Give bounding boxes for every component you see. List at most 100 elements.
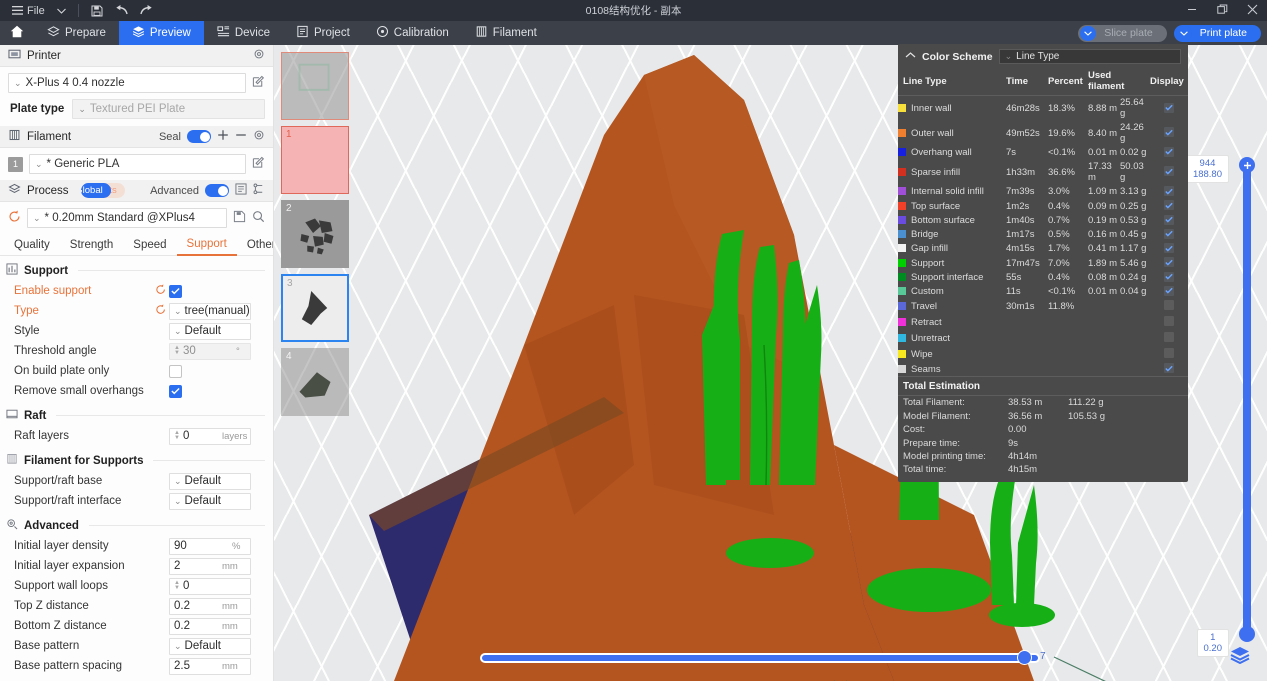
legend-row-display-cell[interactable] xyxy=(1150,242,1188,256)
legend-row-display-cell[interactable] xyxy=(1150,315,1188,331)
search-icon[interactable] xyxy=(252,210,265,226)
spinner-icon[interactable]: ▲▼ xyxy=(174,431,180,441)
process-tab-quality[interactable]: Quality xyxy=(4,234,60,256)
layers-view-button[interactable] xyxy=(1229,644,1251,669)
tab-device[interactable]: Device xyxy=(204,21,283,45)
chevron-up-icon[interactable] xyxy=(905,51,916,62)
add-filament-icon[interactable] xyxy=(217,129,229,144)
legend-display-checkbox[interactable] xyxy=(1164,257,1174,267)
process-tab-support[interactable]: Support xyxy=(177,234,237,256)
plate-thumbnail-1[interactable]: 1 xyxy=(281,126,349,194)
color-scheme-select[interactable]: ⌄ Line Type xyxy=(999,49,1181,64)
legend-display-checkbox[interactable] xyxy=(1164,127,1174,137)
legend-display-checkbox[interactable] xyxy=(1164,186,1174,196)
legend-display-checkbox[interactable] xyxy=(1164,243,1174,253)
initial-layer-expansion-input[interactable]: 2 mm xyxy=(169,558,251,575)
legend-row-display-cell[interactable] xyxy=(1150,160,1188,185)
layer-slider-track[interactable] xyxy=(1243,163,1251,641)
slice-plate-dropdown[interactable] xyxy=(1080,26,1096,41)
undo-button[interactable] xyxy=(109,0,134,21)
raft-layers-input[interactable]: ▲▼ 0 layers xyxy=(169,428,251,445)
slice-plate-button[interactable]: Slice plate xyxy=(1078,25,1166,42)
bottom-z-distance-input[interactable]: 0.2 mm xyxy=(169,618,251,635)
minimize-button[interactable] xyxy=(1177,0,1207,21)
legend-row-display-cell[interactable] xyxy=(1150,330,1188,346)
legend-row-display-cell[interactable] xyxy=(1150,362,1188,376)
legend-row-display-cell[interactable] xyxy=(1150,299,1188,315)
gear-icon[interactable] xyxy=(253,129,265,144)
base-pattern-spacing-input[interactable]: 2.5 mm xyxy=(169,658,251,675)
top-z-distance-input[interactable]: 0.2 mm xyxy=(169,598,251,615)
seal-toggle[interactable] xyxy=(187,130,211,143)
remove-small-overhangs-checkbox[interactable] xyxy=(169,385,182,398)
file-menu-button[interactable]: File xyxy=(6,0,51,21)
legend-row-display-cell[interactable] xyxy=(1150,346,1188,362)
initial-layer-density-input[interactable]: 90 % xyxy=(169,538,251,555)
legend-row-display-cell[interactable] xyxy=(1150,213,1188,227)
legend-row-display-cell[interactable] xyxy=(1150,199,1188,213)
layer-slider-top-handle[interactable] xyxy=(1239,157,1255,173)
support-type-select[interactable]: ⌄ tree(manual) xyxy=(169,303,251,320)
compare-icon[interactable] xyxy=(253,183,265,198)
advanced-toggle[interactable] xyxy=(205,184,229,197)
filament-select[interactable]: ⌄ * Generic PLA xyxy=(29,154,246,174)
move-slider-track[interactable] xyxy=(480,653,1040,663)
printer-model-select[interactable]: ⌄ X-Plus 4 0.4 nozzle xyxy=(8,73,246,93)
scope-global[interactable]: Global xyxy=(81,183,111,198)
process-tab-speed[interactable]: Speed xyxy=(123,234,176,256)
close-button[interactable] xyxy=(1237,0,1267,21)
legend-row-display-cell[interactable] xyxy=(1150,96,1188,121)
tab-project[interactable]: Project xyxy=(283,21,363,45)
tab-prepare[interactable]: Prepare xyxy=(34,21,119,45)
plate-thumbnail-3[interactable]: 3 xyxy=(281,274,349,342)
spinner-icon[interactable]: ▲▼ xyxy=(174,346,180,356)
tab-calibration[interactable]: Calibration xyxy=(363,21,462,45)
support-raft-interface-select[interactable]: ⌄ Default xyxy=(169,493,251,510)
reset-preset-icon[interactable] xyxy=(8,210,21,226)
reset-icon[interactable] xyxy=(155,284,166,298)
tab-preview[interactable]: Preview xyxy=(119,21,204,45)
process-preset-select[interactable]: ⌄ * 0.20mm Standard @XPlus4 xyxy=(27,208,227,228)
threshold-angle-input[interactable]: ▲▼ 30 ° xyxy=(169,343,251,360)
print-plate-button[interactable]: Print plate xyxy=(1174,25,1261,42)
on-build-plate-only-checkbox[interactable] xyxy=(169,365,182,378)
plate-thumbnail-2[interactable]: 2 xyxy=(281,200,349,268)
legend-display-checkbox[interactable] xyxy=(1164,300,1174,310)
legend-row-display-cell[interactable] xyxy=(1150,146,1188,160)
legend-display-checkbox[interactable] xyxy=(1164,229,1174,239)
plate-thumbnail-0[interactable] xyxy=(281,52,349,120)
gear-icon[interactable] xyxy=(253,48,265,63)
layer-slider-bottom-handle[interactable] xyxy=(1239,626,1255,642)
process-tab-others[interactable]: Others xyxy=(237,234,274,256)
legend-display-checkbox[interactable] xyxy=(1164,103,1174,113)
edit-printer-icon[interactable] xyxy=(252,75,265,91)
legend-display-checkbox[interactable] xyxy=(1164,332,1174,342)
reset-icon[interactable] xyxy=(155,304,166,318)
maximize-button[interactable] xyxy=(1207,0,1237,21)
support-style-select[interactable]: ⌄ Default xyxy=(169,323,251,340)
plate-thumbnail-4[interactable]: 4 xyxy=(281,348,349,416)
remove-filament-icon[interactable] xyxy=(235,129,247,144)
enable-support-checkbox[interactable] xyxy=(169,285,182,298)
file-menu-dropdown[interactable] xyxy=(51,0,72,21)
support-wall-loops-input[interactable]: ▲▼ 0 xyxy=(169,578,251,595)
legend-row-display-cell[interactable] xyxy=(1150,121,1188,146)
list-view-icon[interactable] xyxy=(235,183,247,198)
legend-display-checkbox[interactable] xyxy=(1164,147,1174,157)
legend-row-display-cell[interactable] xyxy=(1150,256,1188,270)
save-preset-icon[interactable] xyxy=(233,210,246,226)
move-slider-handle[interactable] xyxy=(1017,650,1032,665)
legend-row-display-cell[interactable] xyxy=(1150,185,1188,199)
support-raft-base-select[interactable]: ⌄ Default xyxy=(169,473,251,490)
base-pattern-select[interactable]: ⌄ Default xyxy=(169,638,251,655)
spinner-icon[interactable]: ▲▼ xyxy=(174,581,180,591)
legend-display-checkbox[interactable] xyxy=(1164,348,1174,358)
save-button[interactable] xyxy=(85,0,109,21)
legend-display-checkbox[interactable] xyxy=(1164,166,1174,176)
move-slider-horizontal[interactable]: 7 xyxy=(480,651,1040,665)
edit-filament-icon[interactable] xyxy=(252,156,265,172)
layer-slider-vertical[interactable]: 944 188.80 1 0.20 xyxy=(1243,163,1251,641)
legend-display-checkbox[interactable] xyxy=(1164,272,1174,282)
legend-display-checkbox[interactable] xyxy=(1164,215,1174,225)
print-plate-dropdown[interactable] xyxy=(1176,26,1192,41)
